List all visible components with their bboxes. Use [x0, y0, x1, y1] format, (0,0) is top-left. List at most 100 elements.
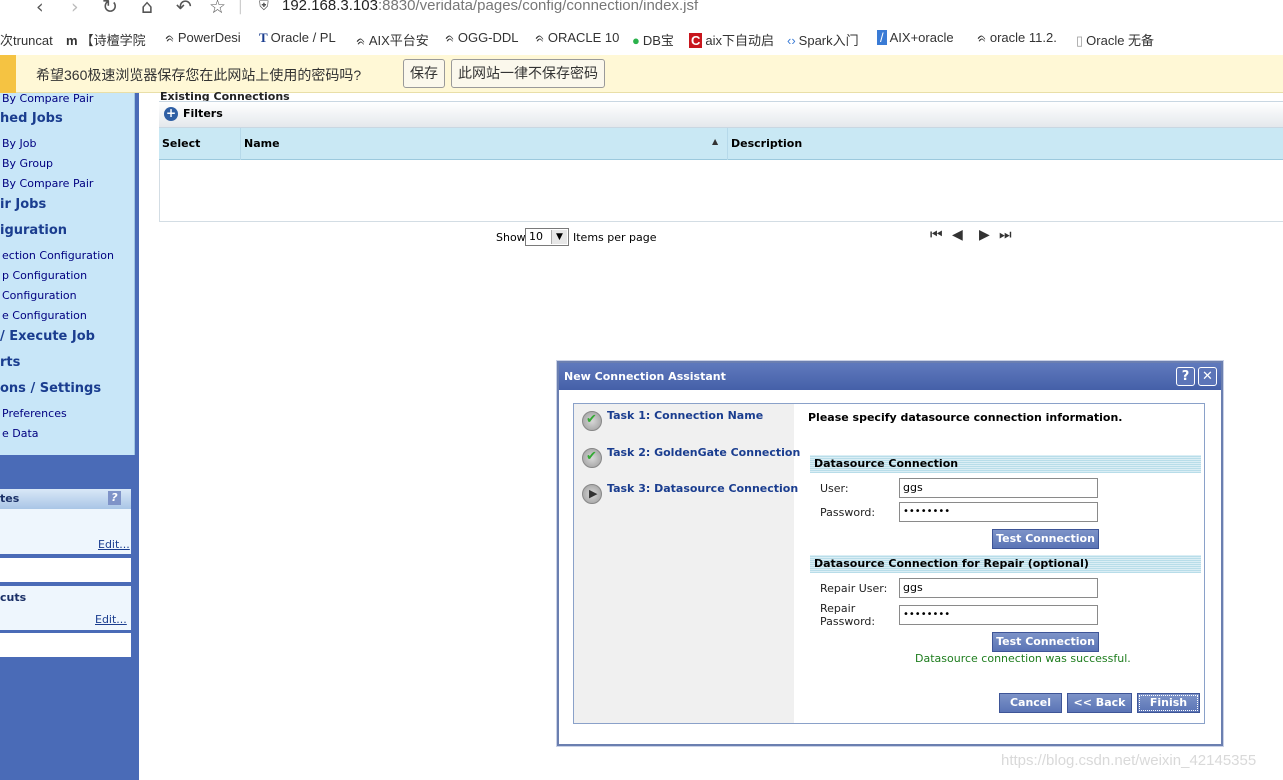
bookmark-item[interactable]: ᨑ OGG-DDL	[445, 30, 519, 46]
nav-item-preferences[interactable]: Preferences	[2, 407, 67, 420]
bookmark-icon: ᨑ	[535, 30, 545, 45]
nav-heading-reports[interactable]: rts	[0, 355, 20, 370]
filters-label[interactable]: Filters	[183, 107, 223, 120]
nav-heading-run-execute-job[interactable]: / Execute Job	[0, 329, 95, 344]
column-name[interactable]: Name	[241, 128, 728, 160]
chevron-down-icon[interactable]: ▼	[551, 230, 567, 244]
shortcuts-box: cuts Edit...	[0, 586, 131, 630]
nav-item-profile-configuration[interactable]: e Configuration	[2, 309, 87, 322]
bookmark-label: Oracle 无备	[1086, 33, 1155, 48]
bookmark-item[interactable]: ▯ Oracle 无备	[1076, 30, 1154, 49]
column-select[interactable]: Select	[159, 128, 241, 160]
notes-title: tes	[0, 492, 20, 505]
home-icon[interactable]: ⌂	[141, 0, 153, 18]
back-button[interactable]: << Back	[1067, 693, 1132, 713]
watermark: https://blog.csdn.net/weixin_42145355	[1001, 752, 1257, 769]
help-icon[interactable]: ?	[1176, 367, 1195, 386]
bookmark-label: OGG-DDL	[457, 30, 519, 45]
user-input[interactable]: ggs	[899, 478, 1098, 498]
sort-ascending-icon[interactable]: ▲	[712, 137, 718, 146]
nav-item-group-configuration[interactable]: p Configuration	[2, 269, 87, 282]
bookmark-item[interactable]: 次truncat	[0, 30, 53, 49]
filters-bar[interactable]: + Filters	[159, 101, 1283, 128]
nav-heading-options-settings[interactable]: ons / Settings	[0, 381, 101, 396]
repair-test-connection-button[interactable]: Test Connection	[992, 632, 1099, 652]
bookmark-item[interactable]: m 【诗檀学院	[66, 30, 146, 49]
nav-item-connection-configuration[interactable]: ection Configuration	[2, 249, 114, 262]
notes-edit-link[interactable]: Edit...	[98, 538, 130, 551]
forward-icon[interactable]: ›	[71, 0, 79, 18]
repair-user-input[interactable]: ggs	[899, 578, 1098, 598]
divider: |	[238, 0, 243, 15]
task-item-2[interactable]: ✔ Task 2: GoldenGate Connection	[582, 446, 800, 472]
reload-icon[interactable]: ↻	[102, 0, 118, 18]
task-item-1[interactable]: ✔ Task 1: Connection Name	[582, 409, 792, 435]
help-icon[interactable]: ?	[108, 491, 121, 505]
shortcuts-edit-link[interactable]: Edit...	[95, 613, 127, 626]
test-connection-button[interactable]: Test Connection	[992, 529, 1099, 549]
close-icon[interactable]: ✕	[1198, 367, 1217, 386]
current-step-arrow-icon: ▶	[582, 484, 602, 504]
task-label: Task 2: GoldenGate Connection	[607, 446, 801, 459]
nav-item-job-configuration[interactable]: Configuration	[2, 289, 77, 302]
security-shield-icon[interactable]: ⛨	[259, 0, 269, 14]
finish-button[interactable]: Finish	[1137, 693, 1200, 713]
expand-plus-icon[interactable]: +	[164, 107, 178, 121]
nav-heading-repair-jobs[interactable]: ir Jobs	[0, 197, 46, 212]
bookmark-label: AIX+oracle	[889, 30, 954, 45]
repair-password-label-2: Password:	[820, 615, 876, 628]
task-label: Task 1: Connection Name	[607, 409, 764, 422]
bookmark-item[interactable]: ᨑ AIX平台安	[356, 30, 429, 49]
nav-heading-configuration[interactable]: iguration	[0, 223, 67, 238]
page-size-select[interactable]: 10 ▼	[525, 228, 569, 246]
sidebar: By Compare Pair hed Jobs By Job By Group…	[0, 92, 139, 780]
bookmark-icon: T	[259, 30, 268, 45]
page-icon: ▯	[1076, 33, 1084, 48]
first-page-icon[interactable]: ⏮	[930, 227, 943, 243]
nav-heading-finished-jobs[interactable]: hed Jobs	[0, 111, 63, 126]
never-save-password-button[interactable]: 此网站一律不保存密码	[451, 59, 605, 88]
column-description[interactable]: Description	[728, 128, 1283, 160]
shortcuts-content	[0, 633, 131, 657]
password-input[interactable]: ••••••••	[899, 502, 1098, 522]
bookmark-item[interactable]: / AIX+oracle	[877, 30, 954, 45]
url-field[interactable]: 192.168.3.103:8830/veridata/pages/config…	[282, 0, 698, 14]
user-label: User:	[820, 482, 849, 495]
save-password-button[interactable]: 保存	[403, 59, 445, 88]
nav-item-by-compare-pair[interactable]: By Compare Pair	[2, 177, 93, 190]
password-label: Password:	[820, 506, 876, 519]
dialog-titlebar[interactable]: New Connection Assistant ? ✕	[559, 363, 1221, 390]
notes-content	[0, 558, 131, 582]
notes-header: tes ?	[0, 489, 131, 509]
bookmark-item[interactable]: Caix下自动启	[689, 30, 774, 49]
bookmark-label: 【诗檀学院	[80, 33, 146, 48]
bookmark-item[interactable]: ● DB宝	[632, 30, 674, 49]
repair-password-input[interactable]: ••••••••	[899, 605, 1098, 625]
undo-icon[interactable]: ↶	[176, 0, 192, 18]
nav-item-data[interactable]: e Data	[2, 427, 39, 440]
bookmark-item[interactable]: ᨑ PowerDesi	[165, 30, 241, 46]
bookmark-item[interactable]: ‹› Spark入门	[787, 30, 859, 49]
url-host: 192.168.3.103	[282, 0, 378, 14]
back-icon[interactable]: ‹	[36, 0, 44, 18]
bookmark-icon: ᨑ	[356, 33, 366, 48]
bookmark-label: Spark入门	[798, 33, 859, 48]
notes-box: Edit...	[0, 509, 131, 554]
bookmark-item[interactable]: T Oracle / PL	[259, 30, 336, 46]
dialog-body: ✔ Task 1: Connection Name ✔ Task 2: Gold…	[573, 403, 1205, 724]
connection-form: Please specify datasource connection inf…	[794, 404, 1204, 723]
shortcuts-title: cuts	[0, 591, 27, 604]
cancel-button[interactable]: Cancel	[999, 693, 1062, 713]
previous-page-icon[interactable]: ◀	[952, 227, 963, 243]
page-size-value: 10	[529, 230, 543, 243]
bookmark-label: AIX平台安	[368, 33, 429, 48]
task-item-3[interactable]: ▶ Task 3: Datasource Connection	[582, 482, 798, 508]
last-page-icon[interactable]: ⏭	[999, 227, 1012, 243]
bookmark-item[interactable]: ᨑ ORACLE 10	[535, 30, 619, 46]
star-icon[interactable]: ☆	[209, 0, 226, 18]
next-page-icon[interactable]: ▶	[979, 227, 990, 243]
nav-item-by-group[interactable]: By Group	[2, 157, 53, 170]
bookmark-item[interactable]: ᨑ oracle 11.2.	[977, 30, 1057, 46]
nav-item-by-job[interactable]: By Job	[2, 137, 37, 150]
nav-item-compare-pair[interactable]: By Compare Pair	[2, 92, 93, 105]
